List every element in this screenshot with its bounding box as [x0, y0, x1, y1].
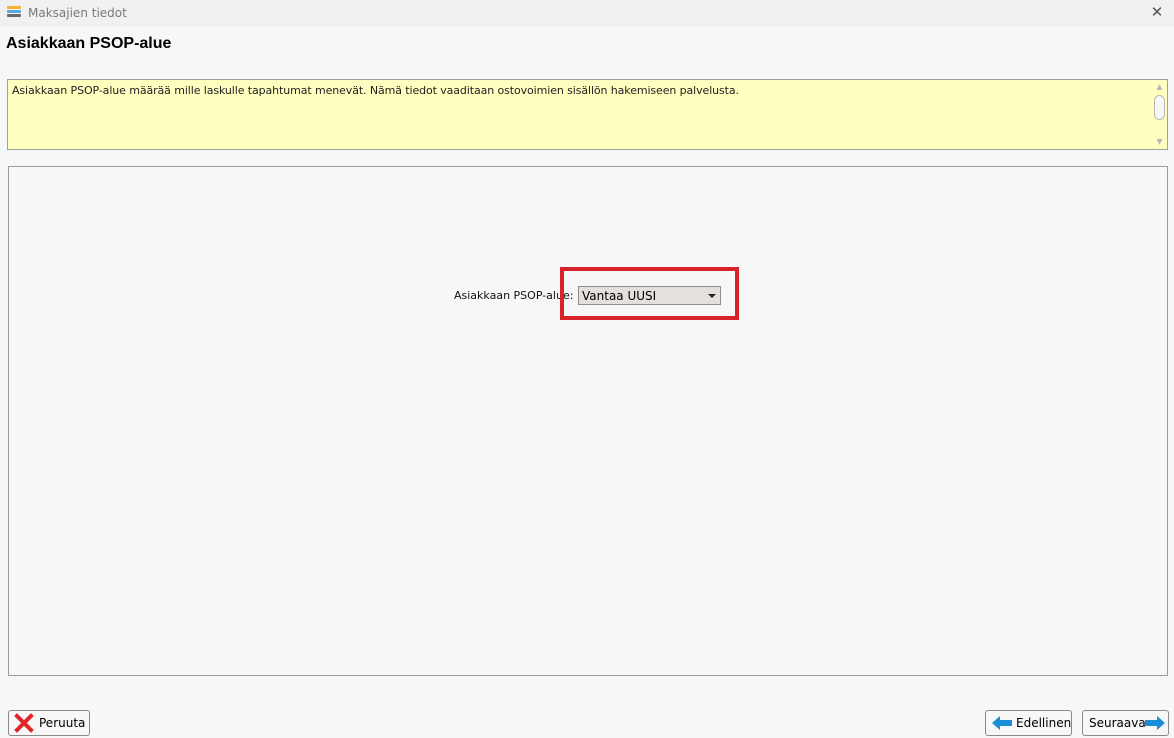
info-box: Asiakkaan PSOP-alue määrää mille laskull… — [7, 79, 1168, 150]
scroll-down-icon[interactable]: ▼ — [1154, 137, 1165, 147]
scroll-thumb[interactable] — [1154, 95, 1165, 120]
content-panel — [8, 166, 1168, 676]
previous-button[interactable]: Edellinen — [985, 710, 1072, 736]
cancel-button[interactable]: Peruuta — [8, 710, 90, 736]
highlight-box — [560, 267, 739, 320]
cancel-x-icon — [14, 713, 34, 733]
page-title: Asiakkaan PSOP-alue — [6, 35, 172, 52]
psop-label: Asiakkaan PSOP-alue: — [454, 289, 574, 302]
info-scrollbar[interactable]: ▲ ▼ — [1153, 82, 1166, 147]
info-text: Asiakkaan PSOP-alue määrää mille laskull… — [12, 84, 739, 97]
previous-label: Edellinen — [1016, 716, 1072, 730]
window-titlebar: Maksajien tiedot ✕ — [0, 0, 1174, 27]
scroll-up-icon[interactable]: ▲ — [1154, 82, 1165, 92]
arrow-left-icon — [992, 716, 1012, 730]
arrow-right-icon — [1145, 716, 1165, 730]
cancel-label: Peruuta — [39, 716, 86, 730]
app-icon — [7, 6, 21, 20]
next-label: Seuraava — [1089, 716, 1146, 730]
close-icon[interactable]: ✕ — [1146, 2, 1168, 24]
window-title: Maksajien tiedot — [28, 6, 127, 20]
next-button[interactable]: Seuraava — [1082, 710, 1169, 736]
